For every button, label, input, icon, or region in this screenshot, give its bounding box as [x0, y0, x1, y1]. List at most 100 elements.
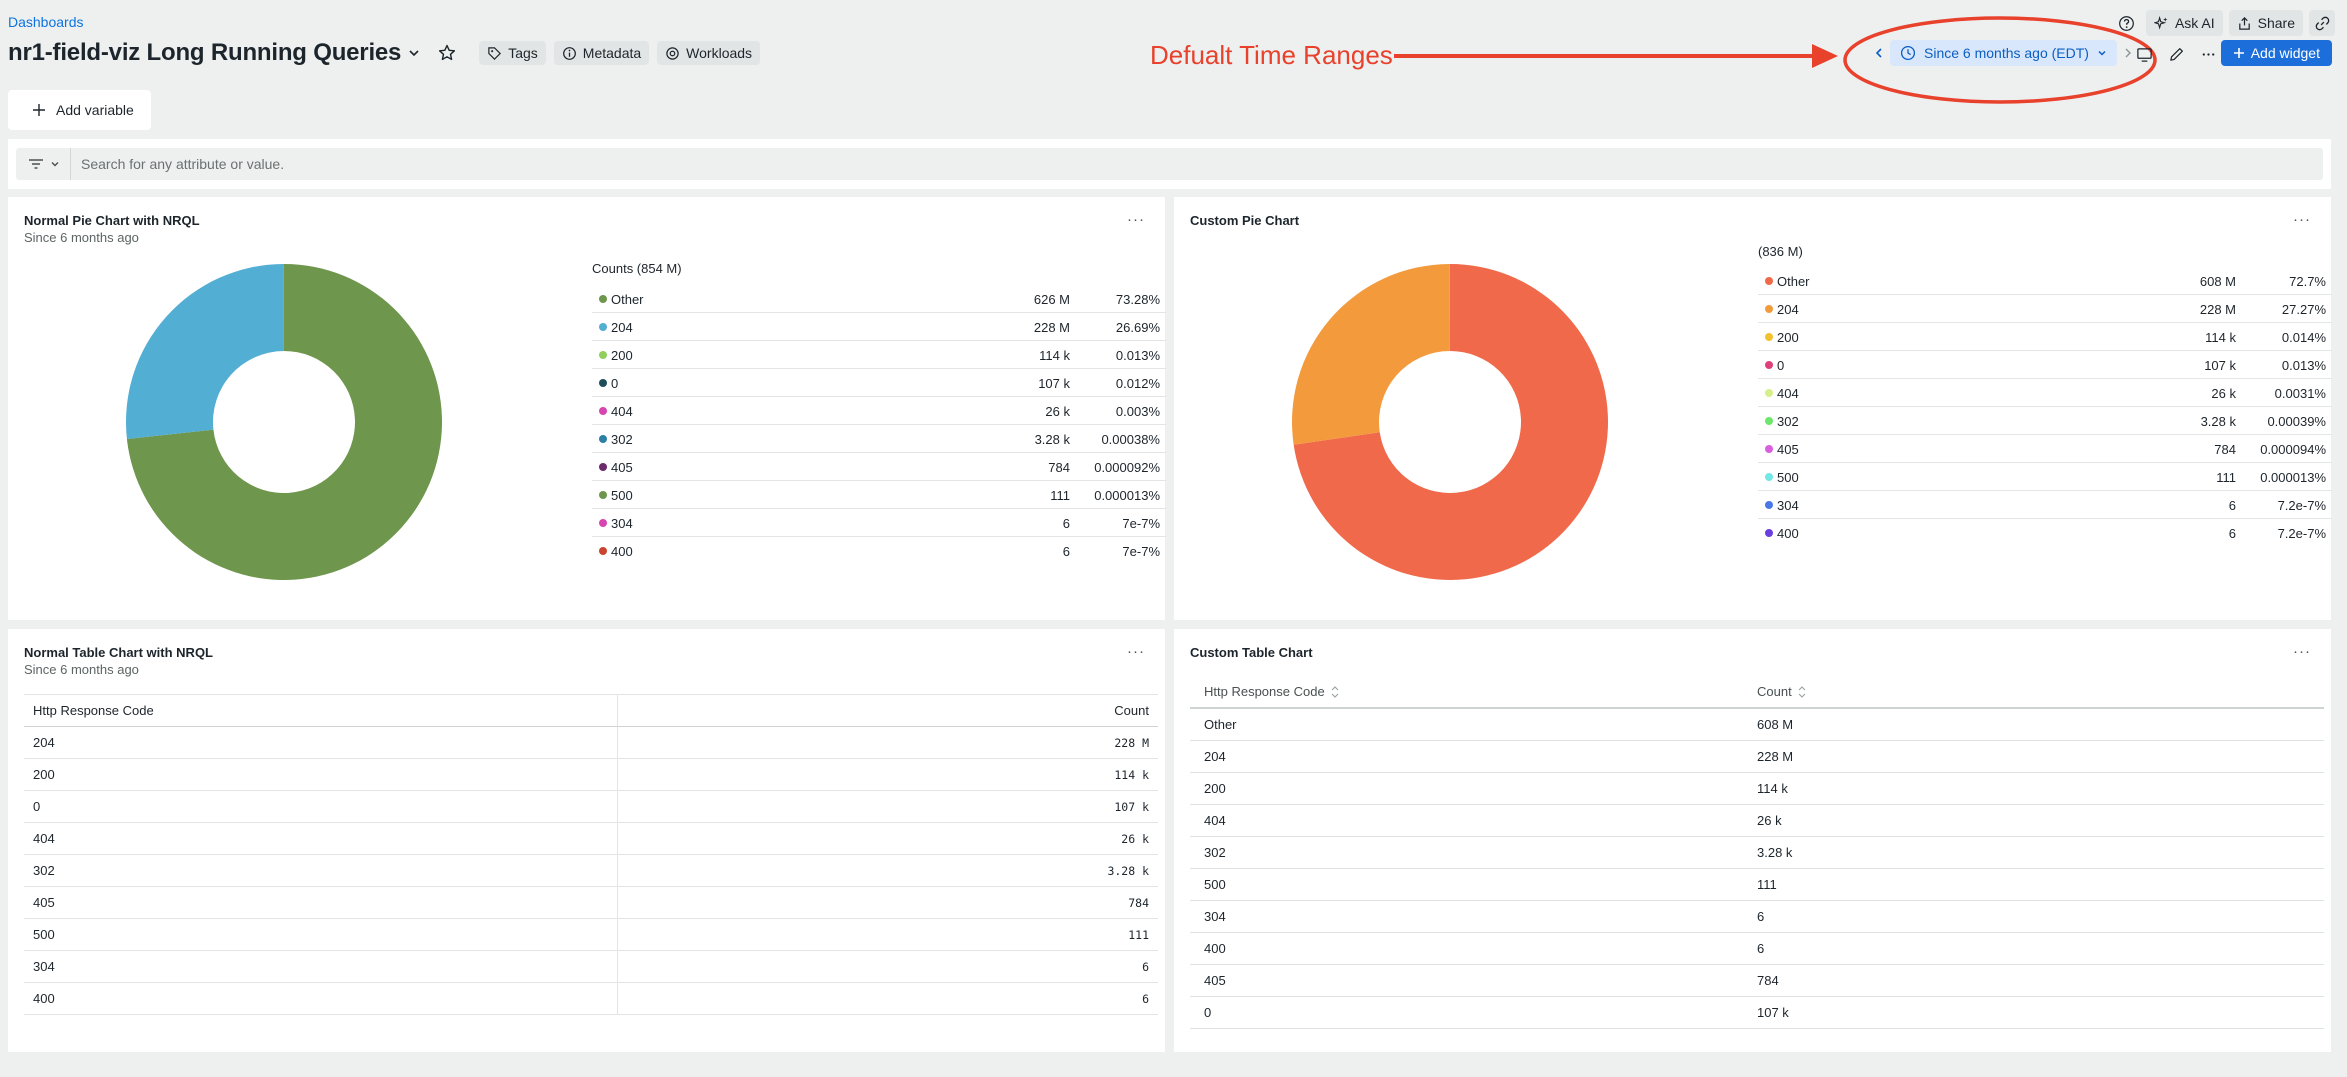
widget-menu-button[interactable]: ···: [1127, 643, 1145, 660]
legend-label: 304: [611, 516, 633, 531]
legend-swatch: [599, 323, 607, 331]
column-header-label: Http Response Code: [1204, 683, 1325, 699]
legend-item[interactable]: 200 114 k 0.014%: [1758, 323, 2332, 351]
help-icon: [2119, 15, 2135, 31]
pie-slice-204[interactable]: [126, 264, 284, 440]
metadata-button[interactable]: Metadata: [553, 41, 650, 65]
legend-value: 114 k: [2205, 330, 2236, 345]
copy-link-button[interactable]: [2309, 10, 2335, 36]
filter-menu-button[interactable]: [16, 148, 71, 180]
legend-item[interactable]: 302 3.28 k 0.00039%: [1758, 407, 2332, 435]
help-button[interactable]: [2114, 10, 2140, 36]
table-row[interactable]: 204 228 M: [24, 726, 1158, 759]
legend-swatch: [599, 379, 607, 387]
share-button[interactable]: Share: [2228, 10, 2303, 36]
table-row[interactable]: 302 3.28 k: [24, 854, 1158, 887]
cell-response-code: 404: [1190, 804, 1743, 837]
widget-menu-button[interactable]: ···: [2293, 643, 2311, 660]
table-row[interactable]: 0 107 k: [24, 790, 1158, 823]
star-icon[interactable]: [437, 43, 457, 63]
cell-response-code: 304: [1190, 900, 1743, 933]
add-widget-label: Add widget: [2250, 45, 2320, 61]
legend-percent: 27.27%: [2281, 302, 2326, 317]
widget-custom-table: Custom Table Chart ··· Http Response Cod…: [1174, 629, 2331, 1052]
add-widget-button[interactable]: Add widget: [2220, 40, 2332, 66]
table-row[interactable]: 404 26 k: [1190, 804, 2324, 837]
legend-item[interactable]: 500 111 0.000013%: [592, 481, 1166, 509]
dashboard-actions: [2130, 40, 2222, 68]
table-row[interactable]: 302 3.28 k: [1190, 836, 2324, 869]
ask-ai-button[interactable]: Ask AI: [2145, 10, 2223, 36]
cell-count: 107 k: [617, 790, 1158, 823]
breadcrumb-dashboards[interactable]: Dashboards: [8, 14, 84, 30]
legend-swatch: [599, 407, 607, 415]
table-row[interactable]: 404 26 k: [24, 822, 1158, 855]
time-prev-button[interactable]: [1868, 40, 1890, 66]
legend-item[interactable]: Other 608 M 72.7%: [1758, 267, 2332, 295]
tags-button[interactable]: Tags: [479, 41, 546, 65]
column-header[interactable]: Http Response Code: [1190, 676, 1743, 709]
legend-label: 200: [1777, 330, 1799, 345]
info-icon: [562, 46, 576, 60]
legend-item[interactable]: 405 784 0.000092%: [592, 453, 1166, 481]
share-label: Share: [2257, 15, 2295, 31]
chevron-down-icon[interactable]: [407, 46, 421, 60]
more-actions-button[interactable]: [2194, 40, 2222, 68]
legend-label: 302: [1777, 414, 1799, 429]
filter-search-input[interactable]: Search for any attribute or value.: [81, 156, 284, 172]
legend-label: 304: [1777, 498, 1799, 513]
legend-item[interactable]: 0 107 k 0.013%: [1758, 351, 2332, 379]
column-header[interactable]: Http Response Code: [24, 694, 618, 727]
legend-value: 107 k: [1038, 376, 1070, 391]
legend-item[interactable]: 304 6 7e-7%: [592, 509, 1166, 537]
legend-item[interactable]: 204 228 M 27.27%: [1758, 295, 2332, 323]
widget-menu-button[interactable]: ···: [2293, 211, 2311, 228]
table-row[interactable]: 200 114 k: [24, 758, 1158, 791]
edit-button[interactable]: [2162, 40, 2190, 68]
legend-item[interactable]: 404 26 k 0.003%: [592, 397, 1166, 425]
legend-label: 500: [1777, 470, 1799, 485]
legend-item[interactable]: 405 784 0.000094%: [1758, 435, 2332, 463]
legend-percent: 72.7%: [2289, 274, 2326, 289]
table-row[interactable]: 400 6: [24, 982, 1158, 1015]
legend-item[interactable]: 200 114 k 0.013%: [592, 341, 1166, 369]
table-row[interactable]: 304 6: [24, 950, 1158, 983]
legend-item[interactable]: 400 6 7.2e-7%: [1758, 519, 2332, 547]
widget-menu-button[interactable]: ···: [1127, 211, 1145, 228]
add-variable-button[interactable]: Add variable: [8, 90, 151, 130]
time-range-picker[interactable]: Since 6 months ago (EDT): [1890, 40, 2117, 66]
workloads-button[interactable]: Workloads: [657, 41, 761, 65]
legend-item[interactable]: 500 111 0.000013%: [1758, 463, 2332, 491]
legend-item[interactable]: 204 228 M 26.69%: [592, 313, 1166, 341]
legend-label: 404: [1777, 386, 1799, 401]
annotation-text: Defualt Time Ranges: [1150, 40, 1393, 70]
legend-value: 626 M: [1033, 292, 1070, 307]
table-row[interactable]: 400 6: [1190, 932, 2324, 965]
cell-response-code: 200: [1190, 772, 1743, 805]
legend-percent: 0.0031%: [2274, 386, 2326, 401]
legend-item[interactable]: 0 107 k 0.012%: [592, 369, 1166, 397]
legend-item[interactable]: 302 3.28 k 0.00038%: [592, 425, 1166, 453]
widget-title: Custom Table Chart: [1190, 645, 1313, 660]
table-row[interactable]: 405 784: [1190, 964, 2324, 997]
legend-label: Other: [611, 292, 644, 307]
legend-value: 608 M: [2199, 274, 2236, 289]
table-row[interactable]: 500 111: [1190, 868, 2324, 901]
legend-item[interactable]: Other 626 M 73.28%: [592, 285, 1166, 313]
column-header[interactable]: Count: [1743, 676, 2324, 709]
table-row[interactable]: 405 784: [24, 886, 1158, 919]
table-row[interactable]: 204 228 M: [1190, 740, 2324, 773]
data-table: Http Response Code Count Other 608 M 204 22…: [1190, 676, 2324, 1029]
table-row[interactable]: 200 114 k: [1190, 772, 2324, 805]
cell-response-code: 404: [24, 822, 618, 855]
table-row[interactable]: 0 107 k: [1190, 996, 2324, 1029]
tv-mode-button[interactable]: [2130, 40, 2158, 68]
pie-slice-204[interactable]: [1292, 264, 1450, 445]
table-row[interactable]: 304 6: [1190, 900, 2324, 933]
column-header[interactable]: Count: [617, 694, 1158, 727]
legend-item[interactable]: 400 6 7e-7%: [592, 537, 1166, 565]
table-row[interactable]: 500 111: [24, 918, 1158, 951]
legend-item[interactable]: 404 26 k 0.0031%: [1758, 379, 2332, 407]
legend-item[interactable]: 304 6 7.2e-7%: [1758, 491, 2332, 519]
table-row[interactable]: Other 608 M: [1190, 708, 2324, 741]
